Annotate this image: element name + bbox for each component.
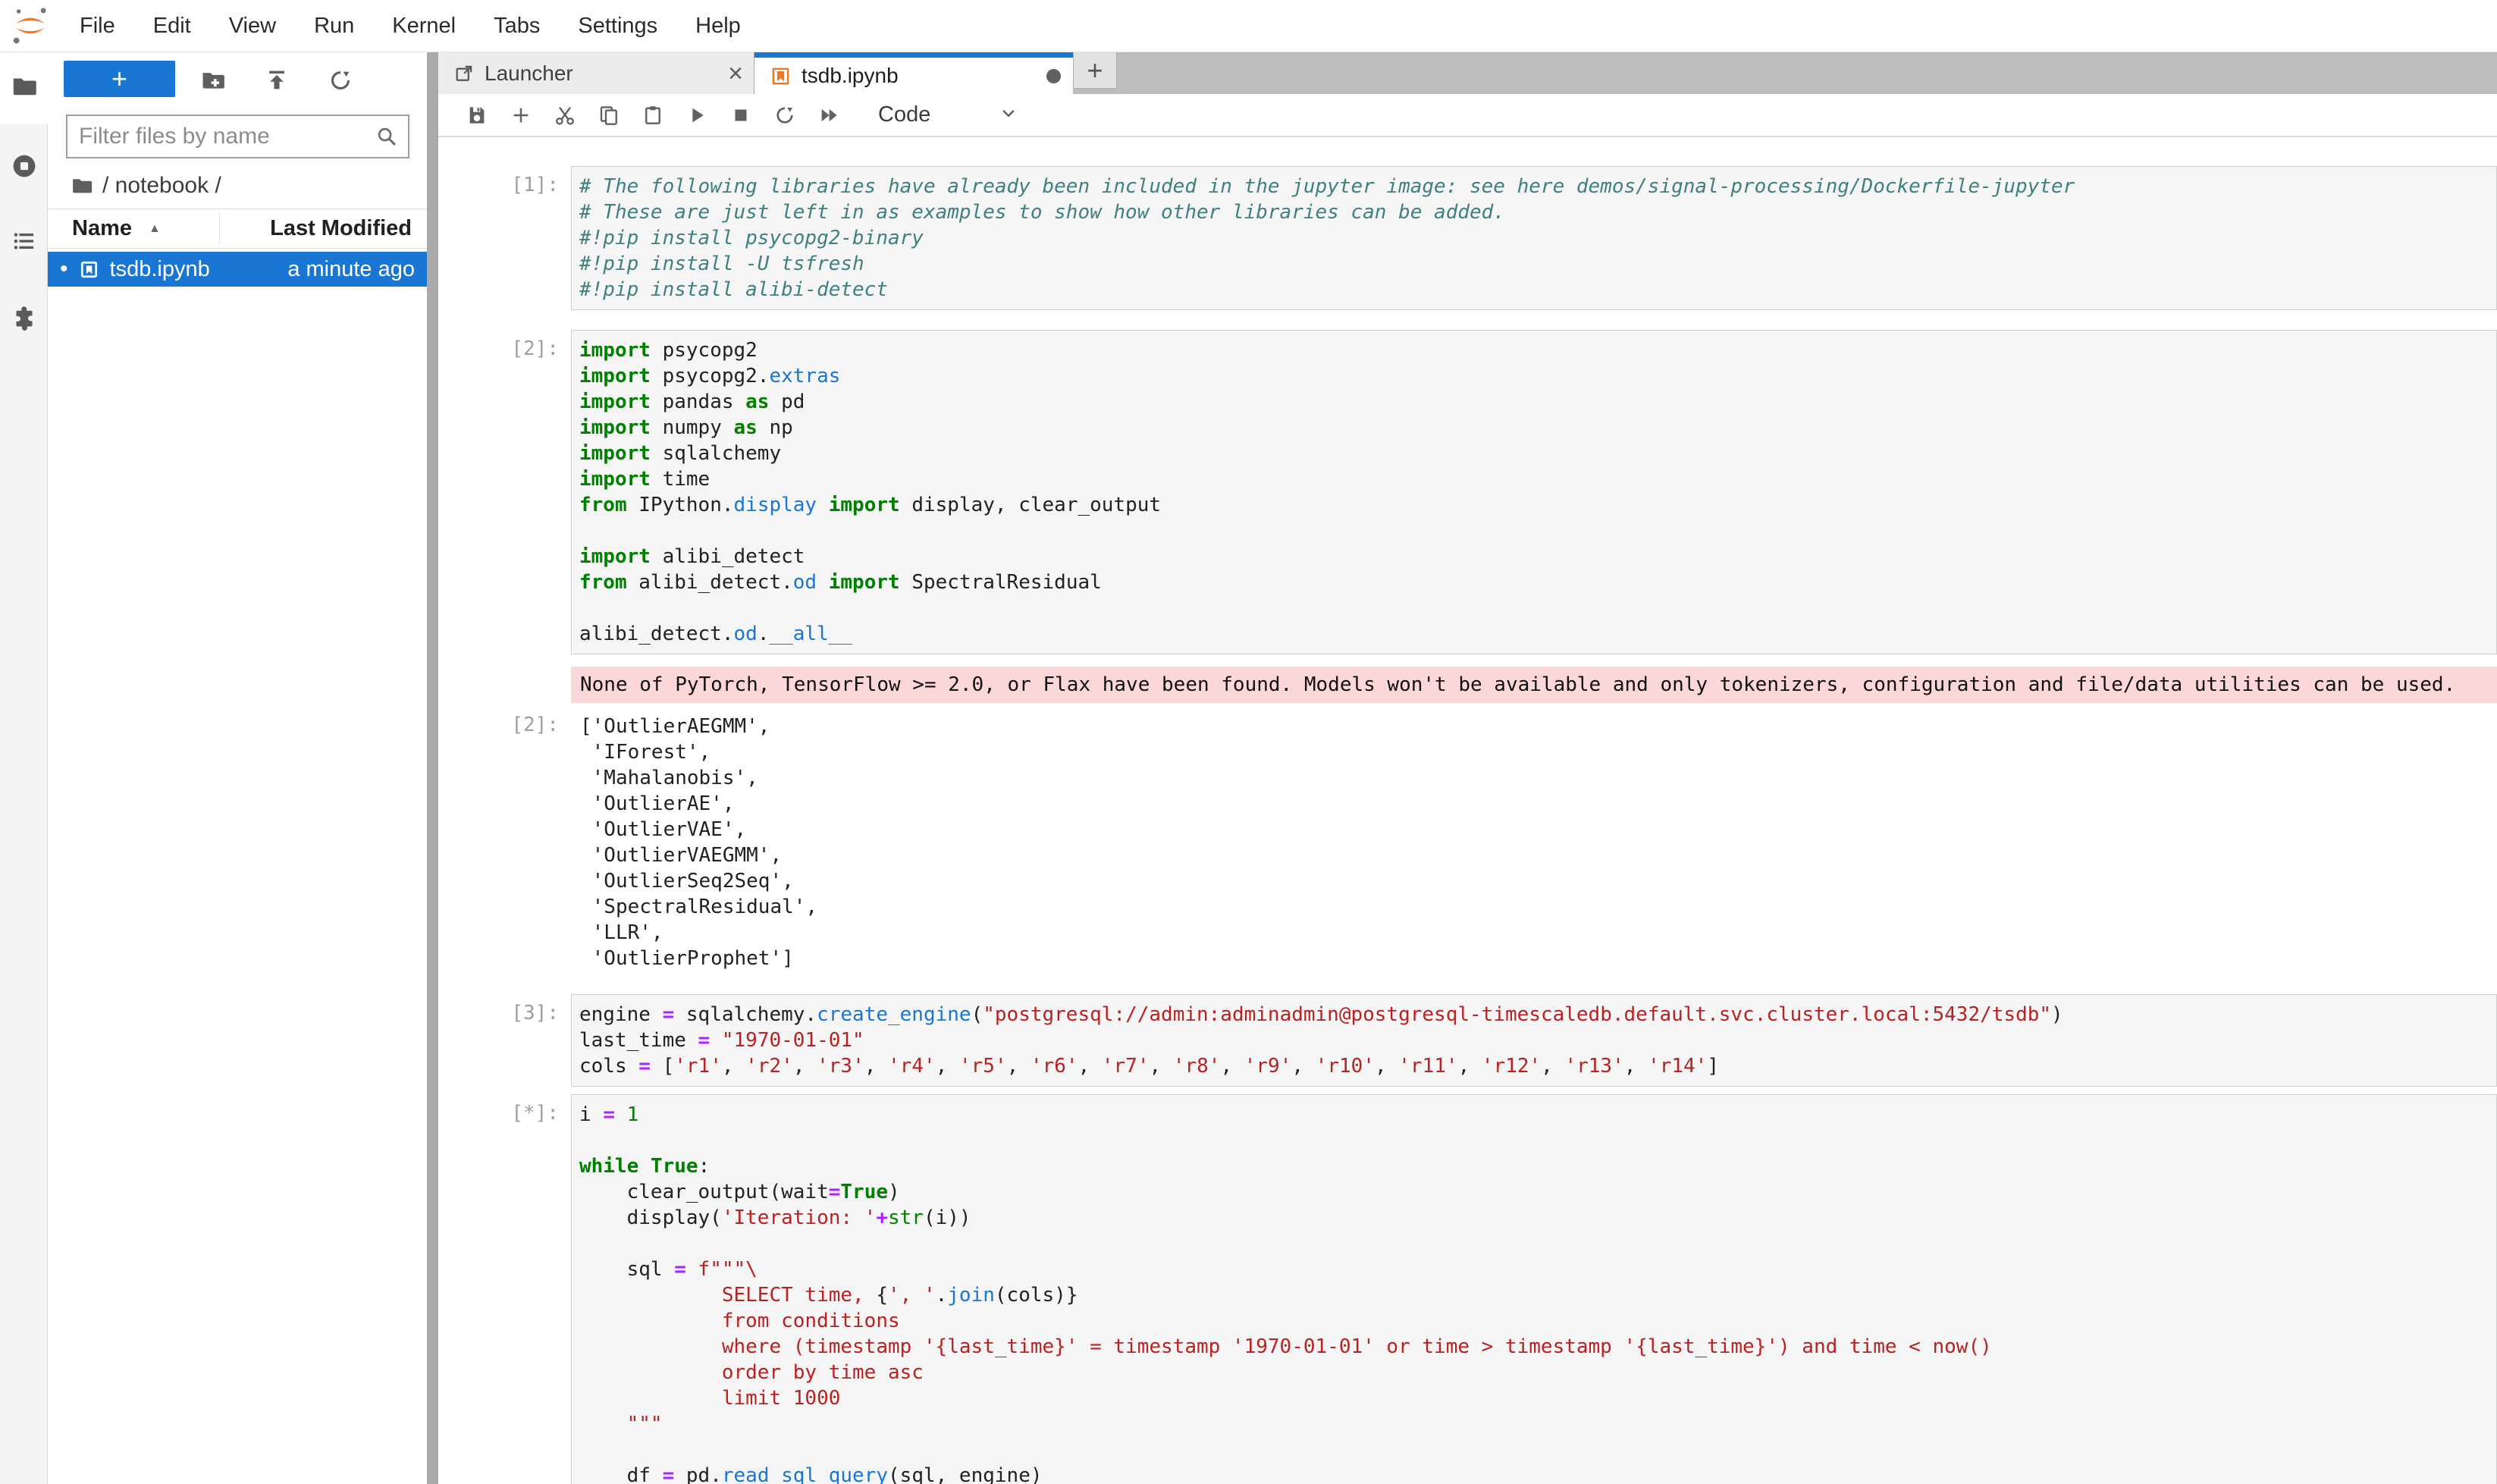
tab-label: Launcher: [485, 61, 573, 86]
sidebar-strip: [0, 52, 48, 1484]
filter-files-input[interactable]: [67, 124, 375, 149]
column-header-last-modified[interactable]: Last Modified: [270, 209, 412, 248]
code-cell-editor[interactable]: import psycopg2import psycopg2.extrasimp…: [571, 330, 2497, 654]
main-dock-panel: Launcher × tsdb.ipynb +: [438, 52, 2497, 1484]
code-cell-editor[interactable]: i = 1 while True: clear_output(wait=True…: [571, 1094, 2497, 1484]
code-cell: [*]:i = 1 while True: clear_output(wait=…: [438, 1094, 2497, 1484]
column-header-name[interactable]: Name ▲: [72, 209, 161, 248]
sidebar-tab-file-browser[interactable]: [0, 52, 48, 124]
restart-run-all-icon[interactable]: [807, 99, 851, 132]
input-prompt: [2]:: [438, 330, 571, 654]
copy-icon[interactable]: [587, 99, 631, 132]
tab-label: tsdb.ipynb: [801, 64, 899, 88]
file-browser-panel: + / notebook / Name ▲: [48, 52, 427, 1484]
menu-item-settings[interactable]: Settings: [559, 0, 676, 52]
tab-launcher[interactable]: Launcher ×: [438, 52, 754, 94]
restart-kernel-icon[interactable]: [763, 99, 807, 132]
input-prompt: [3]:: [438, 994, 571, 1087]
home-folder-icon: [71, 174, 93, 197]
code-cell: [1]:# The following libraries have alrea…: [438, 166, 2497, 310]
running-indicator-dot: •: [60, 256, 68, 282]
upload-icon[interactable]: [262, 65, 292, 96]
refresh-icon[interactable]: [325, 65, 356, 96]
menu-bar: FileEditViewRunKernelTabsSettingsHelp: [0, 0, 2497, 52]
file-list-header: Name ▲ Last Modified: [48, 209, 427, 249]
stop-circle-icon: [11, 152, 38, 184]
folder-icon: [11, 73, 38, 104]
chevron-down-icon[interactable]: [997, 102, 1020, 128]
list-icon: [11, 227, 38, 259]
new-launcher-button[interactable]: +: [64, 61, 175, 97]
paste-icon[interactable]: [631, 99, 675, 132]
stderr-output: None of PyTorch, TensorFlow >= 2.0, or F…: [571, 667, 2497, 703]
jupyter-logo: [11, 6, 50, 45]
menu-item-tabs[interactable]: Tabs: [475, 0, 559, 52]
column-divider: [219, 212, 220, 245]
output-prompt: [2]:: [438, 714, 571, 971]
new-tab-button[interactable]: +: [1073, 52, 1117, 89]
sidebar-tab-running-kernels[interactable]: [0, 143, 48, 192]
launcher-icon: [453, 63, 475, 84]
notebook-toolbar: Code: [438, 94, 2497, 137]
menu-item-kernel[interactable]: Kernel: [373, 0, 475, 52]
code-cell-editor[interactable]: # The following libraries have already b…: [571, 166, 2497, 310]
menu-item-file[interactable]: File: [61, 0, 134, 52]
file-name: tsdb.ipynb: [110, 257, 210, 282]
run-icon[interactable]: [675, 99, 719, 132]
code-cell-editor[interactable]: engine = sqlalchemy.create_engine("postg…: [571, 994, 2497, 1087]
file-last-modified: a minute ago: [287, 257, 415, 282]
save-icon[interactable]: [455, 99, 499, 132]
code-cell: [3]:engine = sqlalchemy.create_engine("p…: [438, 994, 2497, 1087]
code-cell: [2]:import psycopg2import psycopg2.extra…: [438, 330, 2497, 654]
menu-item-view[interactable]: View: [210, 0, 295, 52]
menu-item-help[interactable]: Help: [676, 0, 760, 52]
jupyterlab-app: FileEditViewRunKernelTabsSettingsHelp: [0, 0, 2497, 1484]
new-folder-icon[interactable]: [198, 65, 228, 96]
input-prompt: [1]:: [438, 166, 571, 310]
filter-files-box: [66, 115, 409, 158]
menu-item-edit[interactable]: Edit: [134, 0, 210, 52]
file-row-tsdb-ipynb[interactable]: • tsdb.ipynb a minute ago: [48, 252, 427, 287]
dock-tab-bar: Launcher × tsdb.ipynb +: [438, 52, 2497, 94]
search-icon: [375, 124, 399, 149]
puzzle-icon: [11, 305, 38, 336]
breadcrumb-path: / notebook /: [102, 173, 221, 199]
sidebar-tab-extensions[interactable]: [0, 296, 48, 344]
main-menu: FileEditViewRunKernelTabsSettingsHelp: [61, 0, 760, 52]
file-browser-toolbar: +: [48, 61, 427, 99]
input-prompt: [*]:: [438, 1094, 571, 1484]
unsaved-changes-icon[interactable]: [1046, 69, 1061, 83]
add-cell-icon[interactable]: [499, 99, 543, 132]
notebook-cell-area: [1]:# The following libraries have alrea…: [438, 137, 2497, 1484]
sidebar-tab-table-of-contents[interactable]: [0, 218, 48, 267]
output-area: [2]:['OutlierAEGMM', 'IForest', 'Mahalan…: [438, 714, 2497, 971]
panel-splitter[interactable]: [427, 52, 438, 1484]
tab-tsdb-ipynb[interactable]: tsdb.ipynb: [754, 52, 1073, 94]
cut-icon[interactable]: [543, 99, 587, 132]
breadcrumb[interactable]: / notebook /: [71, 169, 221, 202]
notebook-file-icon: [79, 259, 99, 280]
stop-icon[interactable]: [719, 99, 763, 132]
menu-item-run[interactable]: Run: [295, 0, 373, 52]
close-icon[interactable]: ×: [728, 63, 743, 84]
cell-output: ['OutlierAEGMM', 'IForest', 'Mahalanobis…: [571, 714, 2497, 971]
notebook-icon: [770, 65, 792, 87]
sort-ascending-icon: ▲: [149, 222, 161, 236]
cell-type-select[interactable]: Code: [878, 102, 930, 127]
